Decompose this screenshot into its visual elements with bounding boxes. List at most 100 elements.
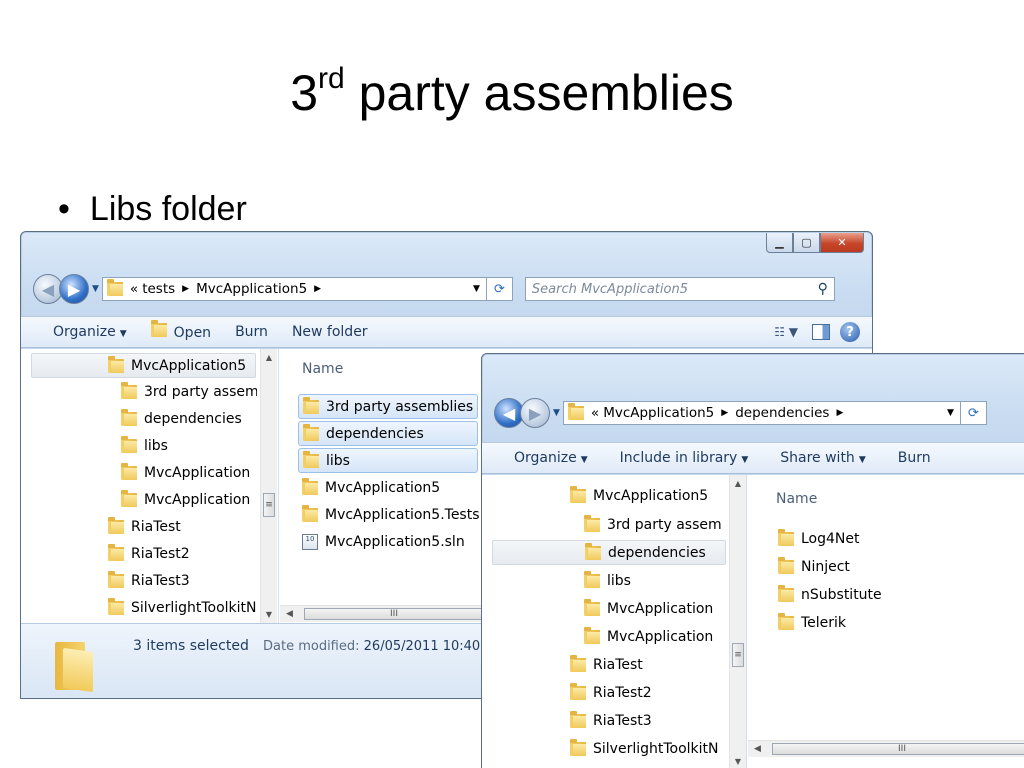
breadcrumb-arrow-icon[interactable]: ▶ xyxy=(721,408,728,418)
file-list-pane[interactable]: Name Log4Net Ninject nSubstitute Telerik… xyxy=(748,475,1024,768)
breadcrumb-mvcapplication5[interactable]: MvcApplication5 xyxy=(196,281,307,297)
file-item-dependencies[interactable]: dependencies xyxy=(298,421,478,446)
search-icon[interactable]: ⚲ xyxy=(818,281,828,297)
breadcrumb-dependencies[interactable]: dependencies xyxy=(735,405,829,421)
forward-button[interactable]: ▶ xyxy=(59,274,89,304)
breadcrumb-tests[interactable]: tests xyxy=(142,281,175,297)
tree-item-mvcapplication5-sub[interactable]: MvcApplication xyxy=(121,460,257,485)
file-item-libs[interactable]: libs xyxy=(298,448,478,473)
close-button[interactable]: ✕ xyxy=(820,233,864,253)
file-list-horizontal-scrollbar[interactable]: ◀ III xyxy=(280,605,490,622)
tree-item-dependencies[interactable]: dependencies xyxy=(492,540,726,565)
tree-item-silverlighttoolkit[interactable]: SilverlightToolkitN xyxy=(108,595,257,620)
folder-icon xyxy=(108,543,124,561)
scroll-down-icon[interactable]: ▼ xyxy=(730,753,746,768)
preview-pane-icon[interactable] xyxy=(812,324,830,340)
burn-button[interactable]: Burn xyxy=(878,450,943,466)
nav-pane-vertical-scrollbar[interactable]: ▲ ≡ ▼ xyxy=(729,475,746,768)
share-with-button[interactable]: Share with ▼ xyxy=(760,450,877,466)
folder-icon xyxy=(778,556,794,574)
file-item-mvcapplication5-tests[interactable]: MvcApplication5.Tests xyxy=(298,502,498,527)
explorer-window-dependencies[interactable]: ◀ ▶ ▼ « MvcApplication5 ▶ dependencies ▶… xyxy=(481,353,1024,768)
folder-icon xyxy=(584,514,600,532)
tree-item-riatest3[interactable]: RiaTest3 xyxy=(570,708,726,733)
file-item-nsubstitute[interactable]: nSubstitute xyxy=(774,582,954,607)
address-bar[interactable]: « tests ▶ MvcApplication5 ▶ ▼ xyxy=(101,277,487,301)
open-button[interactable]: Open xyxy=(139,320,223,341)
breadcrumb-arrow-icon[interactable]: ▶ xyxy=(836,408,843,418)
scroll-up-icon[interactable]: ▲ xyxy=(261,349,277,366)
navigation-bar: ◀ ▶ ▼ « tests ▶ MvcApplication5 ▶ ▼ ⟳ Se… xyxy=(21,274,872,304)
tree-item-3rd-party-assemblies[interactable]: 3rd party assem xyxy=(584,512,726,537)
nav-pane-vertical-scrollbar[interactable]: ▲ ≡ ▼ xyxy=(260,349,277,623)
refresh-icon[interactable]: ⟳ xyxy=(960,401,987,425)
tree-item-mvcapplication5[interactable]: MvcApplication5 xyxy=(570,483,720,508)
folder-icon xyxy=(108,570,124,588)
tree-item-riatest2[interactable]: RiaTest2 xyxy=(570,680,726,705)
tree-item-mvcapplication5-tests[interactable]: MvcApplication xyxy=(584,624,726,649)
minimize-button[interactable]: ▁ xyxy=(766,233,793,253)
change-view-icon[interactable]: ☷ ▼ xyxy=(774,325,798,339)
folder-icon xyxy=(121,462,137,480)
scroll-down-icon[interactable]: ▼ xyxy=(261,606,277,623)
tree-item-mvcapplication5[interactable]: MvcApplication5 xyxy=(31,353,256,378)
breadcrumb-mvcapplication5[interactable]: MvcApplication5 xyxy=(603,405,714,421)
file-item-ninject[interactable]: Ninject xyxy=(774,554,954,579)
recent-pages-dropdown-icon[interactable]: ▼ xyxy=(553,408,560,418)
scroll-thumb[interactable]: ≡ xyxy=(732,643,744,667)
horizontal-scroll-thumb[interactable]: III xyxy=(304,608,484,620)
tree-item-mvcapplication5-sub[interactable]: MvcApplication xyxy=(584,596,726,621)
file-item-telerik[interactable]: Telerik xyxy=(774,610,954,635)
navigation-pane[interactable]: MvcApplication5 3rd party assem dependen… xyxy=(482,475,747,768)
file-item-3rd-party-assemblies[interactable]: 3rd party assemblies xyxy=(298,394,478,419)
column-header-name[interactable]: Name xyxy=(776,491,817,507)
folder-icon xyxy=(106,279,123,296)
folder-icon xyxy=(567,403,584,420)
tree-item-riatest3[interactable]: RiaTest3 xyxy=(108,568,257,593)
refresh-icon[interactable]: ⟳ xyxy=(486,277,513,301)
help-icon[interactable]: ? xyxy=(840,322,860,342)
navigation-pane[interactable]: MvcApplication5 3rd party assem dependen… xyxy=(21,349,279,623)
tree-item-mvcapplication5-tests[interactable]: MvcApplication xyxy=(121,487,257,512)
scroll-left-icon[interactable]: ◀ xyxy=(748,744,761,754)
organize-button[interactable]: Organize ▼ xyxy=(482,450,600,466)
folder-icon xyxy=(303,450,319,468)
burn-button[interactable]: Burn xyxy=(223,324,280,340)
tree-item-riatest2[interactable]: RiaTest2 xyxy=(108,541,257,566)
new-folder-button[interactable]: New folder xyxy=(280,324,380,340)
file-list-horizontal-scrollbar[interactable]: ◀ III xyxy=(748,740,1024,757)
address-bar[interactable]: « MvcApplication5 ▶ dependencies ▶ ▼ xyxy=(562,401,961,425)
organize-button[interactable]: Organize ▼ xyxy=(21,324,139,340)
address-dropdown-icon[interactable]: ▼ xyxy=(941,408,960,418)
address-dropdown-icon[interactable]: ▼ xyxy=(467,284,486,294)
slide-title: 3rd party assemblies xyxy=(290,62,734,121)
tree-item-libs[interactable]: libs xyxy=(584,568,726,593)
folder-icon xyxy=(778,584,794,602)
window-caption-buttons: ▁ ▢ ✕ xyxy=(766,233,864,253)
address-overflow[interactable]: « xyxy=(591,405,599,421)
scroll-left-icon[interactable]: ◀ xyxy=(280,609,293,619)
breadcrumb-arrow-icon[interactable]: ▶ xyxy=(314,284,321,294)
file-item-mvcapplication5[interactable]: MvcApplication5 xyxy=(298,475,498,500)
file-item-log4net[interactable]: Log4Net xyxy=(774,526,954,551)
include-in-library-button[interactable]: Include in library ▼ xyxy=(600,450,761,466)
scroll-up-icon[interactable]: ▲ xyxy=(730,475,746,492)
search-input[interactable]: Search MvcApplication5 ⚲ xyxy=(524,277,835,301)
maximize-button[interactable]: ▢ xyxy=(793,233,820,253)
tree-item-dependencies[interactable]: dependencies xyxy=(121,406,257,431)
tree-item-riatest[interactable]: RiaTest xyxy=(570,652,726,677)
recent-pages-dropdown-icon[interactable]: ▼ xyxy=(92,284,99,294)
file-item-mvcapplication5-sln[interactable]: 10 MvcApplication5.sln xyxy=(298,529,498,554)
tree-item-silverlighttoolkit[interactable]: SilverlightToolkitN xyxy=(570,736,726,761)
scroll-thumb[interactable]: ≡ xyxy=(263,493,275,517)
tree-item-libs[interactable]: libs xyxy=(121,433,257,458)
folder-icon xyxy=(584,598,600,616)
folder-icon xyxy=(585,542,601,560)
tree-item-3rd-party-assemblies[interactable]: 3rd party assem xyxy=(121,379,257,404)
forward-button[interactable]: ▶ xyxy=(520,398,550,428)
tree-item-riatest[interactable]: RiaTest xyxy=(108,514,257,539)
column-header-name[interactable]: Name xyxy=(302,361,343,377)
horizontal-scroll-thumb[interactable]: III xyxy=(772,743,1024,755)
address-overflow[interactable]: « xyxy=(130,281,138,297)
breadcrumb-arrow-icon[interactable]: ▶ xyxy=(182,284,189,294)
